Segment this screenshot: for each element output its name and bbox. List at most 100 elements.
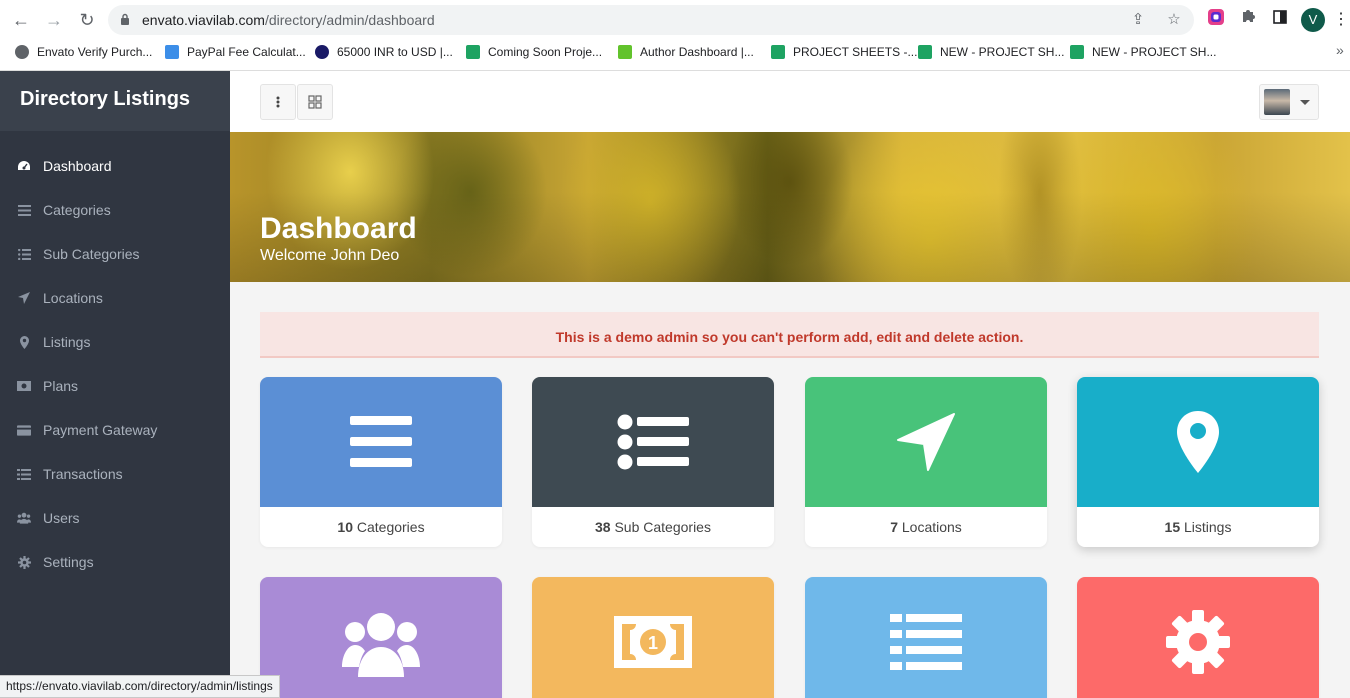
sidebar-item-dashboard[interactable]: Dashboard — [0, 144, 230, 188]
forward-icon[interactable]: → — [42, 8, 66, 32]
sidebar-toggle-button[interactable] — [260, 84, 296, 120]
location-arrow-icon — [897, 413, 955, 471]
card-listings[interactable]: 15 Listings — [1077, 377, 1319, 547]
paypal-fee-icon — [165, 45, 179, 59]
card-header — [805, 377, 1047, 507]
share-icon[interactable]: ⇪ — [1128, 10, 1148, 30]
card-header — [532, 377, 774, 507]
sidepanel-icon[interactable] — [1268, 8, 1292, 32]
sidebar-item-locations[interactable]: Locations — [0, 276, 230, 320]
url-host: envato.viavilab.com — [142, 12, 265, 28]
bookmark-item[interactable]: Envato Verify Purch... — [15, 42, 152, 62]
envato-icon — [618, 45, 632, 59]
card-label: 10 Categories — [260, 507, 502, 547]
sidebar-item-label: Sub Categories — [43, 246, 140, 262]
star-icon[interactable]: ☆ — [1164, 10, 1184, 30]
card-title: Locations — [901, 519, 962, 535]
sidebar-item-categories[interactable]: Categories — [0, 188, 230, 232]
cog-icon — [17, 555, 31, 569]
card-count: 7 — [890, 519, 898, 535]
grid-view-button[interactable] — [297, 84, 333, 120]
credit-card-icon — [17, 423, 31, 437]
list-alt-icon — [890, 614, 962, 670]
card-header — [260, 577, 502, 698]
card-users[interactable] — [260, 577, 502, 698]
bookmark-item[interactable]: NEW - PROJECT SH... — [1070, 42, 1216, 62]
card-sub-categories[interactable]: 38 Sub Categories — [532, 377, 774, 547]
card-title: Sub Categories — [614, 519, 711, 535]
card-label: 7 Locations — [805, 507, 1047, 547]
extension-icon[interactable] — [1204, 8, 1228, 32]
money-icon: 1 — [614, 616, 692, 668]
sidebar-item-label: Dashboard — [43, 158, 112, 174]
kebab-menu-icon[interactable]: ⋮ — [1332, 8, 1350, 32]
bookmarks-bar: Envato Verify Purch... PayPal Fee Calcul… — [0, 40, 1350, 64]
card-count: 10 — [337, 519, 353, 535]
bookmark-item[interactable]: PayPal Fee Calculat... — [165, 42, 306, 62]
demo-alert: This is a demo admin so you can't perfor… — [260, 312, 1319, 358]
user-menu-button[interactable] — [1259, 84, 1319, 120]
card-label: 38 Sub Categories — [532, 507, 774, 547]
profile-avatar[interactable]: V — [1301, 8, 1325, 32]
sidebar-item-label: Transactions — [43, 466, 123, 482]
brand-title[interactable]: Directory Listings — [0, 71, 230, 131]
users-icon — [342, 613, 420, 677]
sidebar-item-plans[interactable]: Plans — [0, 364, 230, 408]
reload-icon[interactable]: ↻ — [75, 8, 99, 32]
list-icon — [17, 247, 31, 261]
sidebar-item-settings[interactable]: Settings — [0, 540, 230, 584]
sidebar-item-payment-gateway[interactable]: Payment Gateway — [0, 408, 230, 452]
bookmark-label: NEW - PROJECT SH... — [1092, 45, 1217, 59]
card-settings[interactable] — [1077, 577, 1319, 698]
svg-text:1: 1 — [648, 633, 658, 653]
card-locations[interactable]: 7 Locations — [805, 377, 1047, 547]
bookmark-item[interactable]: NEW - PROJECT SH... — [918, 42, 1064, 62]
card-header — [260, 377, 502, 507]
address-bar[interactable]: envato.viavilab.com/directory/admin/dash… — [108, 5, 1194, 35]
sidebar-item-transactions[interactable]: Transactions — [0, 452, 230, 496]
bookmark-item[interactable]: Coming Soon Proje... — [466, 42, 602, 62]
card-plans[interactable]: 1 — [532, 577, 774, 698]
card-categories[interactable]: 10 Categories — [260, 377, 502, 547]
globe-icon — [15, 45, 29, 59]
back-icon[interactable]: ← — [9, 8, 33, 32]
bars-icon — [17, 203, 31, 217]
card-label: 15 Listings — [1077, 507, 1319, 547]
bookmark-label: 65000 INR to USD |... — [337, 45, 453, 59]
status-bar-url: https://envato.viavilab.com/directory/ad… — [0, 675, 280, 698]
bookmark-item[interactable]: Author Dashboard |... — [618, 42, 754, 62]
url-text: envato.viavilab.com/directory/admin/dash… — [142, 12, 435, 28]
sidebar: Directory Listings Dashboard Categories … — [0, 71, 230, 698]
money-icon — [17, 379, 31, 393]
sidebar-item-label: Categories — [43, 202, 111, 218]
puzzle-icon[interactable] — [1236, 8, 1260, 32]
dashboard-icon — [17, 159, 31, 173]
card-transactions[interactable] — [805, 577, 1047, 698]
avatar — [1264, 89, 1290, 115]
sidebar-item-users[interactable]: Users — [0, 496, 230, 540]
bookmark-item[interactable]: 65000 INR to USD |... — [315, 42, 453, 62]
bookmark-label: Coming Soon Proje... — [488, 45, 603, 59]
list-alt-icon — [17, 467, 31, 481]
sheets-icon — [466, 45, 480, 59]
card-title: Categories — [356, 519, 425, 535]
hero-banner: Dashboard Welcome John Deo — [230, 132, 1350, 282]
sidebar-item-label: Payment Gateway — [43, 422, 158, 438]
sidebar-item-label: Locations — [43, 290, 103, 306]
users-icon — [17, 511, 31, 525]
sidebar-item-sub-categories[interactable]: Sub Categories — [0, 232, 230, 276]
bookmark-label: Author Dashboard |... — [640, 45, 754, 59]
card-count: 15 — [1164, 519, 1181, 535]
more-bookmarks-icon[interactable]: » — [1336, 42, 1344, 58]
card-count: 38 — [595, 519, 611, 535]
sidebar-item-label: Settings — [43, 554, 94, 570]
sidebar-item-label: Listings — [43, 334, 91, 350]
card-header — [1077, 377, 1319, 507]
sidebar-item-listings[interactable]: Listings — [0, 320, 230, 364]
url-path: /directory/admin/dashboard — [264, 12, 435, 28]
bookmark-label: PROJECT SHEETS -... — [793, 45, 918, 59]
sheets-icon — [1070, 45, 1084, 59]
bookmark-item[interactable]: PROJECT SHEETS -... — [771, 42, 917, 62]
page-title: Dashboard — [260, 212, 417, 245]
map-marker-icon — [1177, 411, 1219, 473]
